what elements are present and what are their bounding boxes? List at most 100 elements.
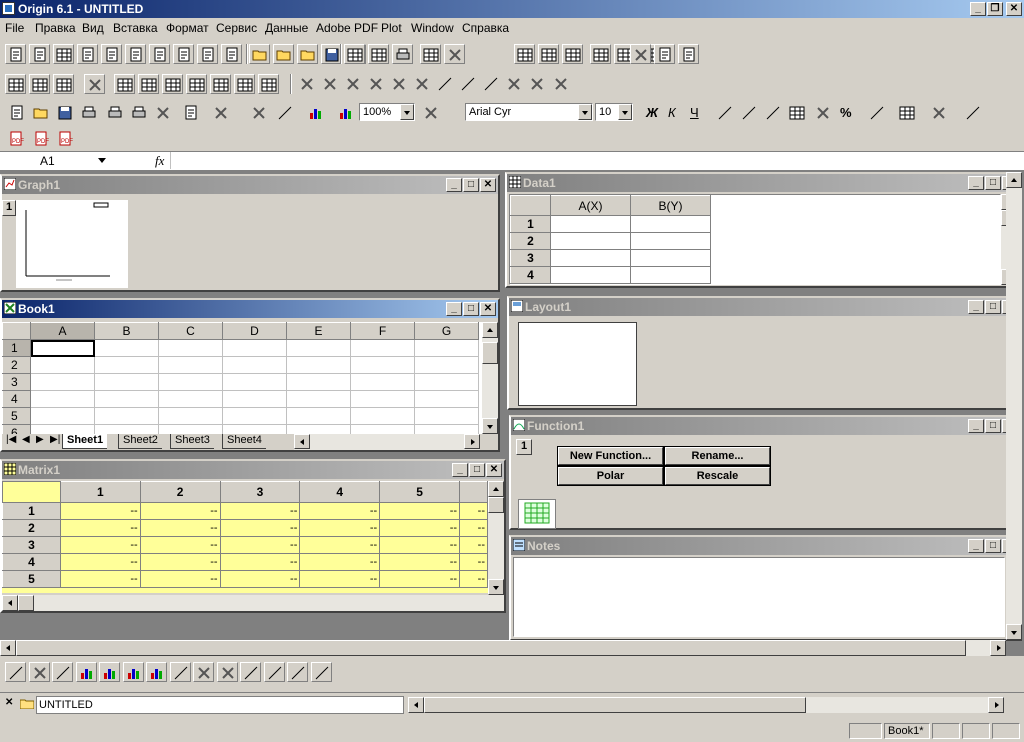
matrix1-cell[interactable]: -- [459, 536, 488, 554]
copy-format-icon[interactable] [180, 103, 202, 123]
matrix1-cell[interactable]: -- [379, 519, 461, 537]
book1-cell[interactable] [30, 339, 95, 357]
function-icon[interactable]: fx [155, 153, 164, 169]
data1-cell[interactable] [630, 232, 711, 250]
menu-item-4[interactable]: Формат [166, 21, 209, 35]
book1-cell[interactable] [286, 356, 351, 374]
new-notes-icon[interactable] [173, 44, 194, 64]
book1-cell[interactable] [94, 373, 159, 391]
undo-icon[interactable] [210, 103, 232, 123]
book1-cell[interactable] [414, 373, 479, 391]
matrix1-cell[interactable]: -- [299, 502, 381, 520]
matrix1-maximize-button[interactable]: □ [469, 463, 485, 477]
project-hscroll[interactable] [408, 697, 1004, 713]
book1-cell[interactable] [222, 390, 287, 408]
italic-button[interactable]: К [668, 105, 676, 120]
font-combo[interactable]: Arial Cyr [465, 103, 593, 121]
book1-col-header[interactable]: F [350, 322, 415, 340]
matrix1-col-header[interactable]: 5 [379, 481, 461, 503]
draw-data-icon[interactable] [411, 74, 433, 94]
book1-cell[interactable] [414, 339, 479, 357]
book1-cell[interactable] [94, 407, 159, 425]
book1-cell[interactable] [414, 424, 479, 434]
book1-cell[interactable] [350, 356, 415, 374]
zoom-combo[interactable]: 100% [359, 103, 415, 121]
matrix1-col-header[interactable]: 2 [139, 481, 221, 503]
percent-button[interactable]: % [840, 105, 852, 120]
maximize-button[interactable]: ❐ [987, 2, 1003, 16]
plot-error-bar-icon[interactable] [287, 662, 308, 682]
align-left-icon[interactable] [714, 103, 736, 123]
menu-item-2[interactable]: Вид [82, 21, 104, 35]
data1-row-header[interactable]: 4 [510, 266, 551, 284]
layer-tool-4-icon[interactable] [210, 74, 231, 94]
data1-col-header[interactable]: A(X) [550, 195, 631, 216]
data-selector-icon[interactable] [388, 74, 410, 94]
book1-maximize-button[interactable]: □ [463, 302, 479, 316]
rename-button[interactable]: Rename... [664, 446, 771, 466]
menu-item-8[interactable]: Plot [381, 21, 402, 35]
project-folder-field[interactable]: UNTITLED [36, 696, 404, 714]
chevron-down-icon[interactable] [98, 158, 106, 163]
bold-button[interactable]: Ж [646, 105, 658, 120]
data1-row-header[interactable]: 3 [510, 249, 551, 267]
book1-cell[interactable] [350, 373, 415, 391]
book1-cell[interactable] [158, 424, 223, 434]
print-setup-icon[interactable] [128, 103, 150, 123]
book1-cell[interactable] [222, 407, 287, 425]
layer-tool-3-icon[interactable] [186, 74, 207, 94]
matrix1-row-header[interactable]: 4 [2, 553, 61, 571]
book1-row-header[interactable]: 5 [2, 407, 31, 425]
matrix1-cell[interactable]: -- [220, 536, 301, 554]
new-function-button[interactable]: New Function... [557, 446, 664, 466]
matrix1-corner[interactable] [2, 481, 61, 503]
new-worksheet-icon[interactable] [29, 44, 50, 64]
book1-cell[interactable] [286, 390, 351, 408]
sheet-nav-first-icon[interactable]: |◀ [6, 434, 16, 445]
function1-layer-button[interactable]: 1 [516, 439, 532, 455]
font-color-icon[interactable] [962, 103, 984, 123]
matrix1-vscroll[interactable] [488, 481, 504, 595]
print-doc-icon[interactable] [104, 103, 126, 123]
align-center-icon[interactable] [738, 103, 760, 123]
font-size-combo[interactable]: 10 [595, 103, 633, 121]
matrix1-cell[interactable]: -- [459, 570, 488, 588]
function1-window[interactable]: Function1 _ □ ✕ 1 New Function... Rename… [509, 415, 1022, 530]
book1-cell[interactable] [30, 390, 95, 408]
new-template-icon[interactable] [197, 44, 218, 64]
polar-button[interactable]: Polar [557, 466, 664, 486]
book1-col-header[interactable]: G [414, 322, 479, 340]
book1-cell[interactable] [222, 356, 287, 374]
curved-arrow-icon[interactable] [480, 74, 502, 94]
matrix1-cell[interactable]: -- [220, 519, 301, 537]
new-page-icon[interactable] [221, 44, 242, 64]
align-right-icon[interactable] [762, 103, 784, 123]
plot-area-icon[interactable] [146, 662, 167, 682]
function1-minimize-button[interactable]: _ [968, 419, 984, 433]
data1-col-header[interactable]: B(Y) [630, 195, 711, 216]
matrix1-cell[interactable]: -- [299, 519, 381, 537]
matrix1-row-header[interactable]: 2 [2, 519, 61, 537]
matrix1-cell[interactable]: -- [299, 536, 381, 554]
menu-item-6[interactable]: Данные [265, 21, 308, 35]
script-window-icon[interactable] [562, 44, 583, 64]
matrix1-col-header[interactable]: 1 [59, 481, 141, 503]
plot-scatter-icon[interactable] [28, 662, 50, 682]
matrix1-cell[interactable]: -- [140, 536, 221, 554]
book1-col-header[interactable]: A [30, 322, 95, 340]
menu-item-10[interactable]: Справка [462, 21, 509, 35]
graph1-layer-button[interactable]: 1 [2, 200, 16, 216]
data1-cell[interactable] [630, 249, 711, 267]
pointer-icon[interactable] [296, 74, 318, 94]
book1-cell[interactable] [350, 339, 415, 357]
save-doc-icon[interactable] [54, 103, 76, 123]
plot-line-symbol-icon[interactable] [52, 662, 73, 682]
matrix1-row-header[interactable]: 5 [2, 570, 61, 588]
data1-window[interactable]: Data1 _ □ ✕ A(X)B(Y)1234 [505, 172, 1022, 288]
matrix1-cell[interactable]: -- [60, 570, 141, 588]
borders-icon[interactable] [896, 103, 918, 123]
data1-minimize-button[interactable]: _ [968, 176, 984, 190]
graph1-minimize-button[interactable]: _ [446, 178, 462, 192]
book1-window[interactable]: Book1 _ □ ✕ ABCDEFG 123456 |◀ ◀ ▶ ▶| Shee… [0, 298, 500, 452]
book1-cell[interactable] [286, 407, 351, 425]
